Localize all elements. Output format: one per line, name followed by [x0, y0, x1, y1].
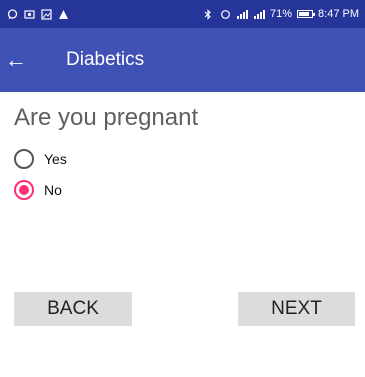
- bluetooth-icon: [202, 8, 214, 20]
- sync-icon: [219, 8, 231, 20]
- battery-percent: 71%: [270, 8, 293, 20]
- radio-yes-label: Yes: [44, 150, 67, 167]
- status-right-icons: 71% 8:47 PM: [202, 8, 359, 20]
- radio-option-yes[interactable]: Yes: [14, 143, 67, 174]
- app-bar: ← Diabetics: [0, 28, 365, 92]
- status-time: 8:47 PM: [318, 8, 359, 20]
- warning-icon: [57, 8, 69, 20]
- gallery-icon: [40, 8, 52, 20]
- radio-option-no[interactable]: No: [14, 174, 67, 205]
- radio-selected-dot: [19, 184, 29, 195]
- back-arrow-icon[interactable]: ←: [0, 28, 44, 92]
- next-button[interactable]: NEXT: [238, 292, 355, 326]
- battery-icon: [297, 10, 316, 18]
- radio-no-label: No: [44, 181, 62, 198]
- app-title: Diabetics: [66, 49, 145, 70]
- signal-icon-2: [253, 8, 265, 20]
- chat-icon: [6, 8, 18, 20]
- status-bar: 71% 8:47 PM: [0, 0, 365, 28]
- radio-yes-button[interactable]: [14, 148, 34, 169]
- radio-no-button[interactable]: [14, 179, 34, 200]
- signal-icon: [236, 8, 248, 20]
- back-button[interactable]: BACK: [14, 292, 132, 326]
- camera-icon: [23, 8, 35, 20]
- status-left-icons: [6, 8, 69, 20]
- pregnancy-radio-group: Yes No: [14, 143, 67, 205]
- question-title: Are you pregnant: [14, 104, 199, 131]
